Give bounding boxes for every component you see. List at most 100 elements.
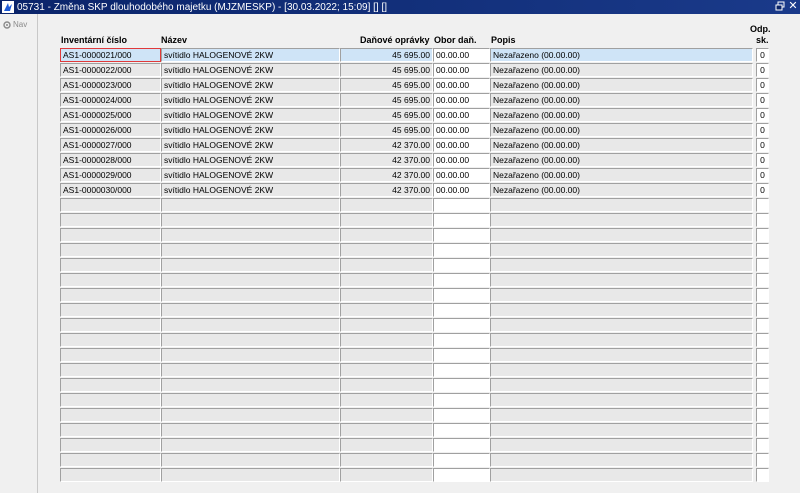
table-row[interactable] xyxy=(38,363,778,377)
cell-inventarni-cislo[interactable] xyxy=(60,333,161,347)
table-row[interactable]: AS1-0000026/000 svítidlo HALOGENOVÉ 2KW 45… xyxy=(38,123,778,137)
cell-odp-sk[interactable]: 0 xyxy=(756,78,769,92)
cell-nazev[interactable] xyxy=(161,258,340,272)
table-row[interactable] xyxy=(38,378,778,392)
table-row[interactable] xyxy=(38,333,778,347)
cell-popis[interactable] xyxy=(490,408,753,422)
cell-popis[interactable]: Nezařazeno (00.00.00) xyxy=(490,108,753,122)
cell-danove-opravky[interactable] xyxy=(340,243,433,257)
cell-popis[interactable] xyxy=(490,333,753,347)
cell-popis[interactable]: Nezařazeno (00.00.00) xyxy=(490,168,753,182)
cell-nazev[interactable]: svítidlo HALOGENOVÉ 2KW xyxy=(161,108,340,122)
table-row[interactable] xyxy=(38,438,778,452)
cell-danove-opravky[interactable] xyxy=(340,408,433,422)
cell-obor-dan[interactable] xyxy=(433,318,490,332)
table-row[interactable] xyxy=(38,453,778,467)
table-row[interactable]: AS1-0000024/000 svítidlo HALOGENOVÉ 2KW 45… xyxy=(38,93,778,107)
cell-popis[interactable] xyxy=(490,198,753,212)
table-row[interactable]: AS1-0000027/000 svítidlo HALOGENOVÉ 2KW 42… xyxy=(38,138,778,152)
cell-danove-opravky[interactable]: 45 695.00 xyxy=(340,48,433,62)
cell-popis[interactable] xyxy=(490,303,753,317)
cell-odp-sk[interactable] xyxy=(756,378,769,392)
cell-odp-sk[interactable] xyxy=(756,453,769,467)
cell-danove-opravky[interactable]: 42 370.00 xyxy=(340,138,433,152)
cell-popis[interactable]: Nezařazeno (00.00.00) xyxy=(490,48,753,62)
cell-obor-dan[interactable] xyxy=(433,288,490,302)
cell-popis[interactable]: Nezařazeno (00.00.00) xyxy=(490,123,753,137)
cell-odp-sk[interactable] xyxy=(756,393,769,407)
cell-popis[interactable]: Nezařazeno (00.00.00) xyxy=(490,93,753,107)
cell-nazev[interactable]: svítidlo HALOGENOVÉ 2KW xyxy=(161,48,340,62)
table-row[interactable] xyxy=(38,288,778,302)
cell-inventarni-cislo[interactable] xyxy=(60,378,161,392)
cell-nazev[interactable] xyxy=(161,228,340,242)
table-row[interactable]: AS1-0000023/000 svítidlo HALOGENOVÉ 2KW 45… xyxy=(38,78,778,92)
cell-odp-sk[interactable]: 0 xyxy=(756,108,769,122)
cell-nazev[interactable] xyxy=(161,318,340,332)
cell-odp-sk[interactable] xyxy=(756,468,769,482)
cell-inventarni-cislo[interactable] xyxy=(60,213,161,227)
cell-odp-sk[interactable] xyxy=(756,438,769,452)
table-row[interactable]: AS1-0000022/000 svítidlo HALOGENOVÉ 2KW 45… xyxy=(38,63,778,77)
table-row[interactable] xyxy=(38,318,778,332)
cell-danove-opravky[interactable] xyxy=(340,393,433,407)
table-row[interactable] xyxy=(38,273,778,287)
table-row[interactable] xyxy=(38,393,778,407)
cell-odp-sk[interactable]: 0 xyxy=(756,138,769,152)
cell-inventarni-cislo[interactable]: AS1-0000024/000 xyxy=(60,93,161,107)
cell-popis[interactable] xyxy=(490,453,753,467)
cell-obor-dan[interactable] xyxy=(433,228,490,242)
cell-danove-opravky[interactable] xyxy=(340,453,433,467)
cell-inventarni-cislo[interactable]: AS1-0000025/000 xyxy=(60,108,161,122)
cell-nazev[interactable] xyxy=(161,213,340,227)
cell-danove-opravky[interactable] xyxy=(340,468,433,482)
table-row[interactable] xyxy=(38,348,778,362)
cell-nazev[interactable] xyxy=(161,453,340,467)
cell-inventarni-cislo[interactable]: AS1-0000029/000 xyxy=(60,168,161,182)
cell-danove-opravky[interactable] xyxy=(340,198,433,212)
cell-obor-dan[interactable] xyxy=(433,303,490,317)
cell-danove-opravky[interactable] xyxy=(340,363,433,377)
cell-odp-sk[interactable]: 0 xyxy=(756,183,769,197)
table-row[interactable] xyxy=(38,198,778,212)
table-row[interactable]: AS1-0000025/000 svítidlo HALOGENOVÉ 2KW 45… xyxy=(38,108,778,122)
cell-odp-sk[interactable] xyxy=(756,348,769,362)
cell-nazev[interactable] xyxy=(161,333,340,347)
cell-obor-dan[interactable]: 00.00.00 xyxy=(433,138,490,152)
table-row[interactable] xyxy=(38,408,778,422)
cell-danove-opravky[interactable] xyxy=(340,213,433,227)
cell-nazev[interactable]: svítidlo HALOGENOVÉ 2KW xyxy=(161,138,340,152)
cell-danove-opravky[interactable] xyxy=(340,318,433,332)
table-row[interactable] xyxy=(38,243,778,257)
cell-inventarni-cislo[interactable] xyxy=(60,453,161,467)
cell-danove-opravky[interactable] xyxy=(340,273,433,287)
cell-nazev[interactable]: svítidlo HALOGENOVÉ 2KW xyxy=(161,63,340,77)
cell-inventarni-cislo[interactable] xyxy=(60,288,161,302)
table-row[interactable]: AS1-0000028/000 svítidlo HALOGENOVÉ 2KW 42… xyxy=(38,153,778,167)
cell-inventarni-cislo[interactable] xyxy=(60,318,161,332)
cell-inventarni-cislo[interactable]: AS1-0000022/000 xyxy=(60,63,161,77)
cell-nazev[interactable] xyxy=(161,243,340,257)
cell-odp-sk[interactable]: 0 xyxy=(756,93,769,107)
cell-nazev[interactable] xyxy=(161,378,340,392)
cell-odp-sk[interactable] xyxy=(756,273,769,287)
cell-obor-dan[interactable]: 00.00.00 xyxy=(433,63,490,77)
cell-nazev[interactable]: svítidlo HALOGENOVÉ 2KW xyxy=(161,123,340,137)
cell-inventarni-cislo[interactable] xyxy=(60,408,161,422)
cell-popis[interactable] xyxy=(490,318,753,332)
cell-nazev[interactable] xyxy=(161,348,340,362)
cell-popis[interactable]: Nezařazeno (00.00.00) xyxy=(490,138,753,152)
cell-nazev[interactable] xyxy=(161,393,340,407)
cell-odp-sk[interactable] xyxy=(756,288,769,302)
cell-obor-dan[interactable] xyxy=(433,273,490,287)
cell-obor-dan[interactable]: 00.00.00 xyxy=(433,153,490,167)
cell-inventarni-cislo[interactable]: AS1-0000028/000 xyxy=(60,153,161,167)
cell-popis[interactable] xyxy=(490,213,753,227)
cell-inventarni-cislo[interactable] xyxy=(60,273,161,287)
table-row[interactable] xyxy=(38,468,778,482)
cell-popis[interactable] xyxy=(490,423,753,437)
cell-popis[interactable] xyxy=(490,228,753,242)
cell-obor-dan[interactable]: 00.00.00 xyxy=(433,48,490,62)
cell-inventarni-cislo[interactable] xyxy=(60,303,161,317)
cell-inventarni-cislo[interactable] xyxy=(60,198,161,212)
